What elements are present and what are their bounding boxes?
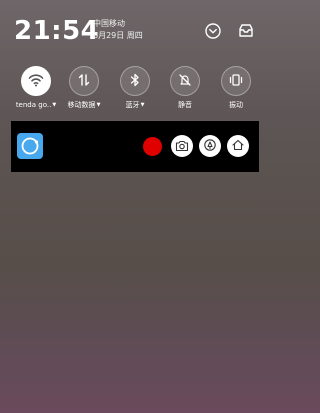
toggle-mute[interactable]: 静音 [159, 66, 211, 110]
toggle-vibrate-label: 振动 [229, 101, 243, 109]
vibrate-icon [228, 72, 244, 91]
home-icon [231, 137, 245, 156]
home-button[interactable] [227, 135, 249, 157]
carrier-name: 中国移动 [93, 19, 125, 28]
clock: 21:54 [14, 16, 100, 46]
screen-recorder-bar [11, 121, 259, 172]
date-label: 8月29日 周四 [93, 31, 143, 40]
bluetooth-icon [129, 72, 141, 91]
inbox-icon[interactable] [237, 22, 255, 40]
mute-icon [178, 72, 192, 91]
toggle-wifi[interactable]: tenda go..▼ [10, 66, 62, 110]
toggle-bluetooth[interactable]: 蓝牙▼ [109, 66, 161, 110]
record-button[interactable] [143, 137, 162, 156]
quick-toggles: tenda go..▼ 移动数据▼ 蓝牙▼ 静音 振动 [0, 66, 270, 116]
toggle-vibrate[interactable]: 振动 [210, 66, 262, 110]
wifi-icon [28, 72, 44, 91]
toggle-mobile-data[interactable]: 移动数据▼ [58, 66, 110, 110]
mobile-data-icon [77, 72, 91, 91]
status-bar: 21:54 中国移动 8月29日 周四 [14, 14, 256, 48]
screen-recorder-app-icon[interactable] [17, 133, 43, 159]
toggle-bluetooth-label: 蓝牙▼ [125, 101, 145, 109]
brush-button[interactable] [199, 135, 221, 157]
camera-icon [175, 137, 189, 156]
brush-icon [203, 137, 217, 156]
toggle-mute-label: 静音 [178, 101, 192, 109]
toggle-wifi-label: tenda go..▼ [15, 101, 57, 109]
screenshot-button[interactable] [171, 135, 193, 157]
toggle-mobile-data-label: 移动数据▼ [67, 101, 101, 109]
chevron-down-circle-icon[interactable] [204, 22, 222, 40]
